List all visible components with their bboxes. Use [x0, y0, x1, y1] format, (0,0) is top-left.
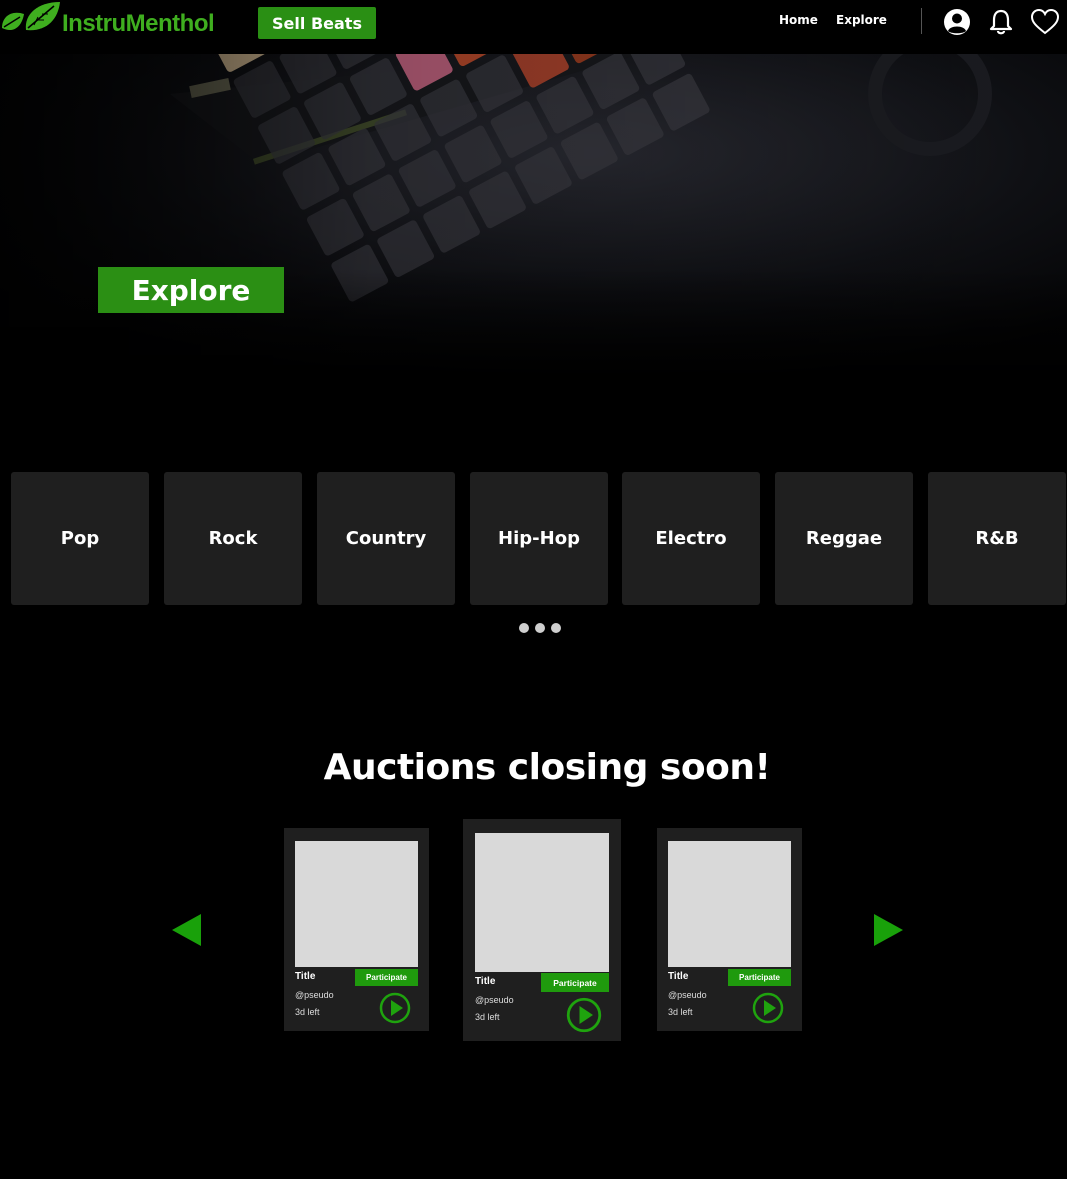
genre-label: R&B	[975, 528, 1019, 549]
brand-name: InstruMenthol	[62, 10, 215, 37]
genre-label: Hip-Hop	[498, 528, 580, 549]
top-navigation-bar: InstruMenthol Sell Beats Home Explore	[0, 0, 1067, 46]
genre-tile-reggae[interactable]: Reggae	[775, 472, 913, 605]
genre-tile-pop[interactable]: Pop	[11, 472, 149, 605]
play-icon[interactable]	[752, 992, 784, 1024]
pagination-dot[interactable]	[535, 623, 545, 633]
card-time-left: 3d left	[295, 1007, 320, 1017]
genre-label: Electro	[655, 528, 727, 549]
bell-icon[interactable]	[986, 7, 1016, 37]
card-title: Title	[475, 976, 496, 987]
card-title: Title	[668, 971, 689, 982]
genre-tile-rock[interactable]: Rock	[164, 472, 302, 605]
hero-banner: Explore	[0, 54, 1067, 384]
carousel-prev-arrow-icon[interactable]	[169, 911, 205, 949]
card-artist[interactable]: @pseudo	[295, 990, 334, 1000]
card-time-left: 3d left	[475, 1012, 500, 1022]
genre-tile-hip-hop[interactable]: Hip-Hop	[470, 472, 608, 605]
beat-cover-placeholder	[295, 841, 418, 967]
brand-logo[interactable]: InstruMenthol	[0, 0, 230, 44]
account-icon[interactable]	[942, 7, 972, 37]
genre-tile-country[interactable]: Country	[317, 472, 455, 605]
sell-beats-button[interactable]: Sell Beats	[258, 7, 376, 39]
beat-cover-placeholder	[475, 833, 609, 972]
genre-tile-electro[interactable]: Electro	[622, 472, 760, 605]
genre-label: Pop	[60, 528, 100, 549]
genre-tile-rnb[interactable]: R&B	[928, 472, 1066, 605]
card-artist[interactable]: @pseudo	[668, 990, 707, 1000]
hero-explore-button[interactable]: Explore	[98, 267, 284, 313]
auction-card[interactable]: Title Participate @pseudo 3d left	[657, 828, 802, 1031]
genre-tiles: Pop Rock Country Hip-Hop Electro Reggae …	[0, 472, 1067, 606]
carousel-pagination-dots	[517, 623, 565, 635]
play-icon[interactable]	[379, 992, 411, 1024]
genre-label: Reggae	[805, 528, 883, 549]
play-icon[interactable]	[566, 997, 602, 1033]
card-title: Title	[295, 971, 316, 982]
beat-cover-placeholder	[668, 841, 791, 967]
pagination-dot[interactable]	[519, 623, 529, 633]
auctions-heading: Auctions closing soon!	[323, 747, 771, 788]
auction-card-featured[interactable]: Title Participate @pseudo 3d left	[463, 819, 621, 1041]
participate-button[interactable]: Participate	[355, 969, 418, 986]
nav-divider	[921, 8, 922, 34]
card-artist[interactable]: @pseudo	[475, 995, 514, 1005]
genre-label: Country	[345, 528, 427, 549]
participate-button[interactable]: Participate	[728, 969, 791, 986]
genre-label: Rock	[208, 528, 258, 549]
heart-icon[interactable]	[1030, 7, 1060, 37]
carousel-next-arrow-icon[interactable]	[870, 911, 906, 949]
nav-home-link[interactable]: Home	[779, 13, 818, 27]
card-time-left: 3d left	[668, 1007, 693, 1017]
auction-card[interactable]: Title Participate @pseudo 3d left	[284, 828, 429, 1031]
pagination-dot[interactable]	[551, 623, 561, 633]
participate-button[interactable]: Participate	[541, 973, 609, 992]
mint-leaves-icon	[2, 2, 60, 31]
drum-pad-controller-image	[0, 54, 1067, 384]
nav-explore-link[interactable]: Explore	[836, 13, 887, 27]
